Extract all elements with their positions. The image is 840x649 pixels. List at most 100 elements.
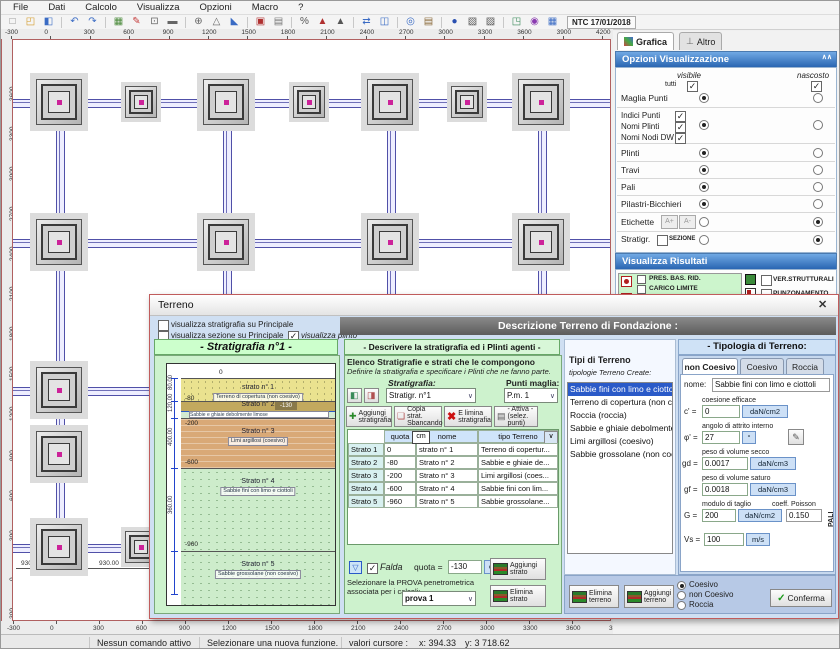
menu-visualizza[interactable]: Visualizza (135, 2, 182, 13)
tipo-terreno-item[interactable]: Roccia (roccia) (568, 409, 672, 422)
table-row-label[interactable]: Strato 3 (348, 469, 384, 482)
menu-calcolo[interactable]: Calcolo (83, 2, 119, 13)
table-cell-nome[interactable]: Strato n° 4 (416, 482, 478, 495)
tab-coesivo[interactable]: Coesivo (740, 358, 784, 374)
falda-quota-input[interactable]: -130 (448, 560, 482, 574)
gd-unit[interactable]: daN/cm3 (750, 457, 796, 470)
table-cell-quota[interactable]: -600 (384, 482, 416, 495)
tipo-terreno-item[interactable]: Sabbie e ghiaie debolmente limose (568, 422, 672, 435)
aggiungi-stratigrafia-button[interactable]: ✚ Aggiungi stratigrafia (346, 406, 392, 427)
quota-unit-box[interactable]: cm (412, 431, 430, 444)
elimina-strato-button[interactable]: Elimina strato (490, 585, 546, 607)
edit-table-icon[interactable]: ▦ (111, 16, 126, 28)
travi-nascosto-radio[interactable] (813, 165, 823, 175)
table-cell-tipo[interactable]: Sabbie e ghiaie de... (478, 456, 558, 469)
plinth-large[interactable] (30, 518, 88, 576)
elimina-terreno-button[interactable]: Elimina terreno (569, 585, 619, 608)
ring-icon[interactable]: ◎ (403, 16, 418, 28)
tipo-terreno-item[interactable]: Sabbie grossolane (non coesivo) (568, 448, 672, 461)
wall-icon[interactable]: ▤ (421, 16, 436, 28)
globe-icon[interactable]: ● (447, 16, 462, 28)
toolbox-icon[interactable]: ▣ (253, 16, 268, 28)
palette-icon[interactable]: ◉ (527, 16, 542, 28)
phi-input[interactable]: 27 (702, 431, 740, 444)
nomi-nascosto-radio[interactable] (813, 120, 823, 130)
attiva-button[interactable]: ▤ - Attiva - (selez. punti) (494, 406, 538, 427)
plinth-small[interactable] (447, 82, 487, 122)
table-row-label[interactable]: Strato 5 (348, 495, 384, 508)
table-row-label[interactable]: Strato 4 (348, 482, 384, 495)
tab-roccia[interactable]: Roccia (786, 358, 824, 374)
menu-macro[interactable]: Macro (250, 2, 280, 13)
nomi-visibile-radio[interactable] (699, 120, 709, 130)
vs-input[interactable]: 100 (704, 533, 744, 546)
elimina-stratigrafia-button[interactable]: ✖ E limina stratigrafia (444, 406, 492, 427)
travi-visibile-radio[interactable] (699, 165, 709, 175)
prova-select[interactable]: prova 1∨ (402, 591, 476, 606)
menu-file[interactable]: File (11, 2, 30, 13)
indici-punti-checkbox[interactable] (675, 111, 686, 122)
table-row-label[interactable]: Strato 1 (348, 443, 384, 456)
export-icon[interactable]: ◳ (509, 16, 524, 28)
table-cell-tipo[interactable]: Sabbie fini con lim... (478, 482, 558, 495)
plinth-large[interactable] (30, 425, 88, 483)
stratigr-visibile-radio[interactable] (699, 235, 709, 245)
risultati-header[interactable]: Visualizza Risultati (615, 253, 837, 270)
pile-icon[interactable]: ⊕ (191, 16, 206, 28)
beam[interactable] (56, 102, 65, 562)
nome-input[interactable]: Sabbie fini con limo e ciottoli (712, 378, 830, 392)
plinth-large[interactable] (30, 73, 88, 131)
tutti-nascosto-checkbox[interactable] (811, 81, 822, 92)
redo-icon[interactable]: ↷ (85, 16, 100, 28)
open-icon[interactable]: ◰ (23, 16, 38, 28)
sezione-checkbox[interactable] (657, 235, 668, 246)
label1-icon[interactable]: ▧ (465, 16, 480, 28)
plinti-visibile-radio[interactable] (699, 148, 709, 158)
plinth-large[interactable] (197, 73, 255, 131)
non-coesivo-radio[interactable] (677, 591, 686, 600)
undo-icon[interactable]: ↶ (67, 16, 82, 28)
dialog-titlebar[interactable]: Terreno ✕ (150, 295, 838, 316)
close-icon[interactable]: ✕ (818, 298, 827, 311)
table-cell-tipo[interactable]: Sabbie grossolane... (478, 495, 558, 508)
tab-grafica[interactable]: Grafica (617, 32, 674, 50)
plinth-small[interactable] (289, 82, 329, 122)
new-icon[interactable]: □ (5, 16, 20, 28)
tab-altro[interactable]: ⊥ Altro (679, 32, 722, 50)
table-cell-tipo[interactable]: Terreno di copertur... (478, 443, 558, 456)
maglia-visibile-radio[interactable] (699, 93, 709, 103)
tipi-terreno-list[interactable]: Sabbie fini con limo e ciottoliTerreno d… (567, 382, 673, 554)
conferma-button[interactable]: ✓ Conferma (770, 589, 832, 607)
pressioni-icon[interactable] (621, 276, 632, 287)
plinth-large[interactable] (361, 73, 419, 131)
roccia-radio[interactable] (677, 601, 686, 610)
antenna-icon[interactable]: ▲ (315, 16, 330, 28)
strati-table[interactable]: quotacmnometipo Terreno∨Strato 10strato … (347, 429, 559, 545)
carico-limite-checkbox[interactable] (637, 285, 646, 294)
table-cell-quota[interactable]: 0 (384, 443, 416, 456)
tipo-terreno-item[interactable]: Limi argillosi (coesivo) (568, 435, 672, 448)
stratigr-nascosto-radio[interactable] (813, 235, 823, 245)
antenna2-icon[interactable]: ▲ (333, 16, 348, 28)
gf-input[interactable]: 0.0018 (702, 483, 748, 496)
report-icon[interactable]: ▤ (271, 16, 286, 28)
load-icon[interactable]: △ (209, 16, 224, 28)
plinth-large[interactable] (197, 213, 255, 271)
nomi-nodi-dw-checkbox[interactable] (675, 133, 686, 144)
strat-next-button[interactable]: ◨ (364, 388, 379, 403)
resize-icon[interactable]: ⇄ (359, 16, 374, 28)
pen-icon[interactable]: ✎ (129, 16, 144, 28)
table-cell-nome[interactable]: strato n° 1 (416, 443, 478, 456)
vs-unit[interactable]: m/s (746, 533, 770, 546)
plinth-icon[interactable]: ⊡ (147, 16, 162, 28)
opzioni-header[interactable]: Opzioni Visualizzazione ∧∧ (615, 51, 837, 68)
pilastri-bicchieri-visibile-radio[interactable] (699, 199, 709, 209)
save-icon[interactable]: ◧ (41, 16, 56, 28)
tutti-visibile-checkbox[interactable] (687, 81, 698, 92)
percent-icon[interactable]: % (297, 16, 312, 28)
table-cell-tipo[interactable]: Limi argillosi (coes... (478, 469, 558, 482)
font-plus-button[interactable]: A+ (661, 215, 678, 229)
menu-dati[interactable]: Dati (46, 2, 67, 13)
g-input[interactable]: 200 (702, 509, 736, 522)
slope-icon[interactable]: ◣ (227, 16, 242, 28)
